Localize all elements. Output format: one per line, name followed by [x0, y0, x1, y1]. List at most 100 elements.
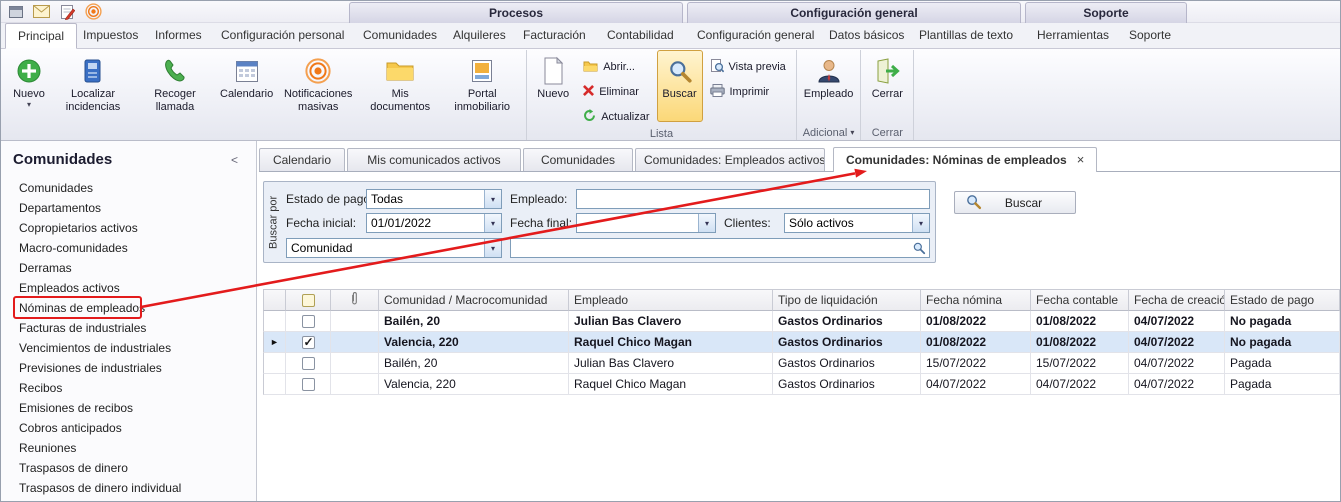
clientes-select[interactable]: Sólo activos ▾ [784, 213, 930, 233]
cell-fecha-creacion: 04/07/2022 [1129, 311, 1225, 332]
checkbox-column-header[interactable] [286, 289, 331, 311]
ribbon-tab-facturacion[interactable]: Facturación [517, 23, 592, 49]
sidebar-item-vencimientos-de-industriales[interactable]: Vencimientos de industriales [1, 338, 256, 358]
mail-icon[interactable] [33, 3, 50, 20]
mis-documentos-button[interactable]: Mis documentos [359, 50, 441, 122]
eliminar-button[interactable]: Eliminar [578, 82, 654, 102]
fecha-inicial-select[interactable]: 01/01/2022 ▾ [366, 213, 502, 233]
ribbon-tab-configuracion-general[interactable]: Configuración general [691, 23, 820, 49]
ribbon-tab-contabilidad[interactable]: Contabilidad [601, 23, 680, 49]
ribbon-tab-informes[interactable]: Informes [149, 23, 208, 49]
button-label: Recoger llamada [138, 88, 212, 113]
actualizar-button[interactable]: Actualizar [578, 107, 654, 127]
sidebar-item-cobros-anticipados[interactable]: Cobros anticipados [1, 418, 256, 438]
sidebar-item-departamentos[interactable]: Departamentos [1, 198, 256, 218]
sidebar-item-recibos[interactable]: Recibos [1, 378, 256, 398]
sidebar-item-traspasos-de-dinero[interactable]: Traspasos de dinero [1, 458, 256, 478]
attachment-column-header[interactable] [331, 289, 379, 311]
row-checkbox[interactable] [302, 315, 315, 328]
empleado-button[interactable]: Empleado [800, 50, 858, 122]
sidebar-item-copropietarios-activos[interactable]: Copropietarios activos [1, 218, 256, 238]
tab-comunidades-nominas-de-empleados[interactable]: Comunidades: Nóminas de empleados × [833, 147, 1097, 172]
sidebar-item-comunidades[interactable]: Comunidades [1, 178, 256, 198]
row-selector-header [263, 289, 286, 311]
estado-de-pago-select[interactable]: Todas ▾ [366, 189, 502, 209]
recoger-llamada-button[interactable]: Recoger llamada [134, 50, 216, 122]
tab-comunidades-empleados-activos[interactable]: Comunidades: Empleados activos [635, 148, 825, 171]
ribbon-tab-principal[interactable]: Principal [5, 23, 77, 49]
chevron-down-icon[interactable]: ▾ [484, 214, 501, 232]
cerrar-button[interactable]: Cerrar [864, 50, 910, 122]
sidebar-item-derramas[interactable]: Derramas [1, 258, 256, 278]
row-selector-cell[interactable] [263, 311, 286, 332]
localizar-incidencias-button[interactable]: Localizar incidencias [52, 50, 134, 122]
column-header[interactable]: Fecha contable [1031, 289, 1129, 311]
row-selector-cell[interactable]: ► [263, 332, 286, 353]
close-tab-icon[interactable]: × [1077, 148, 1085, 172]
ribbon-tab-herramientas[interactable]: Herramientas [1031, 23, 1115, 49]
column-header[interactable]: Comunidad / Macrocomunidad [379, 289, 569, 311]
column-header[interactable]: Tipo de liquidación [773, 289, 921, 311]
nuevo-registro-button[interactable]: Nuevo [530, 50, 576, 122]
notificaciones-masivas-button[interactable]: Notificaciones masivas [277, 50, 359, 122]
tab-mis-comunicados-activos[interactable]: Mis comunicados activos [347, 148, 521, 171]
ribbon-tab-soporte[interactable]: Soporte [1123, 23, 1177, 49]
table-row[interactable]: Bailén, 20 Julian Bas Clavero Gastos Ord… [263, 353, 1340, 374]
row-checkbox[interactable] [302, 378, 315, 391]
table-row[interactable]: Bailén, 20 Julian Bas Clavero Gastos Ord… [263, 311, 1340, 332]
search-icon[interactable] [909, 239, 929, 257]
button-label: Buscar [982, 196, 1065, 210]
column-header[interactable]: Estado de pago [1225, 289, 1340, 311]
nuevo-button[interactable]: Nuevo ▾ [6, 50, 52, 122]
chevron-down-icon[interactable]: ▾ [484, 190, 501, 208]
ribbon-tab-configuracion-personal[interactable]: Configuración personal [215, 23, 350, 49]
collapse-sidebar-icon[interactable]: < [231, 153, 238, 167]
ribbon-tab-alquileres[interactable]: Alquileres [447, 23, 512, 49]
notes-icon[interactable] [59, 3, 76, 20]
sidebar-item-traspasos-de-dinero-individual[interactable]: Traspasos de dinero individual [1, 478, 256, 498]
portal-inmobiliario-button[interactable]: Portal inmobiliario [441, 50, 523, 122]
imprimir-button[interactable]: Imprimir [705, 82, 791, 102]
ribbon-tab-plantillas-de-texto[interactable]: Plantillas de texto [913, 23, 1019, 49]
content-area: Calendario Mis comunicados activos Comun… [257, 141, 1340, 502]
ribbon-tab-comunidades[interactable]: Comunidades [357, 23, 443, 49]
fecha-final-select[interactable]: ▾ [576, 213, 716, 233]
sidebar-item-reuniones[interactable]: Reuniones [1, 438, 256, 458]
tab-calendario[interactable]: Calendario [259, 148, 345, 171]
broadcast-icon[interactable] [85, 3, 102, 20]
table-row-selected[interactable]: ► Valencia, 220 Raquel Chico Magan Gasto… [263, 332, 1340, 353]
cell-empleado: Julian Bas Clavero [569, 311, 773, 332]
vista-previa-button[interactable]: Vista previa [705, 57, 791, 77]
row-selector-cell[interactable] [263, 353, 286, 374]
tab-comunidades[interactable]: Comunidades [523, 148, 633, 171]
sidebar-item-facturas-de-industriales[interactable]: Facturas de industriales [1, 318, 256, 338]
sidebar-item-emisiones-de-recibos[interactable]: Emisiones de recibos [1, 398, 256, 418]
ribbon-tab-datos-basicos[interactable]: Datos básicos [823, 23, 910, 49]
chevron-down-icon[interactable]: ▾ [698, 214, 715, 232]
empleado-input[interactable] [576, 189, 930, 209]
comunidad-select[interactable]: Comunidad ▾ [286, 238, 502, 258]
chevron-down-icon[interactable]: ▾ [912, 214, 929, 232]
ribbon-group-label-adicional[interactable]: Adicional▾ [800, 125, 858, 140]
calendario-button[interactable]: Calendario [216, 50, 277, 122]
abrir-button[interactable]: Abrir... [578, 57, 654, 77]
chevron-down-icon[interactable]: ▾ [484, 239, 501, 257]
table-row[interactable]: Valencia, 220 Raquel Chico Magan Gastos … [263, 374, 1340, 395]
ribbon-tab-impuestos[interactable]: Impuestos [77, 23, 144, 49]
column-header[interactable]: Empleado [569, 289, 773, 311]
buscar-ribbon-button[interactable]: Buscar [657, 50, 703, 122]
row-selector-cell[interactable] [263, 374, 286, 395]
column-header[interactable]: Fecha de creación [1129, 289, 1225, 311]
printer-icon [710, 84, 725, 100]
ribbon-group-label-cerrar: Cerrar [864, 125, 910, 140]
sidebar-item-nominas-de-empleados[interactable]: Nóminas de empleados [1, 298, 256, 318]
column-header[interactable]: Fecha nómina [921, 289, 1031, 311]
sidebar-item-macro-comunidades[interactable]: Macro-comunidades [1, 238, 256, 258]
app-icon[interactable] [7, 3, 24, 20]
sidebar-item-previsiones-de-industriales[interactable]: Previsiones de industriales [1, 358, 256, 378]
sidebar-item-empleados-activos[interactable]: Empleados activos [1, 278, 256, 298]
buscar-button[interactable]: Buscar [954, 191, 1076, 214]
comunidad-search-input[interactable] [511, 239, 909, 257]
row-checkbox[interactable] [302, 357, 315, 370]
row-checkbox[interactable] [302, 336, 315, 349]
